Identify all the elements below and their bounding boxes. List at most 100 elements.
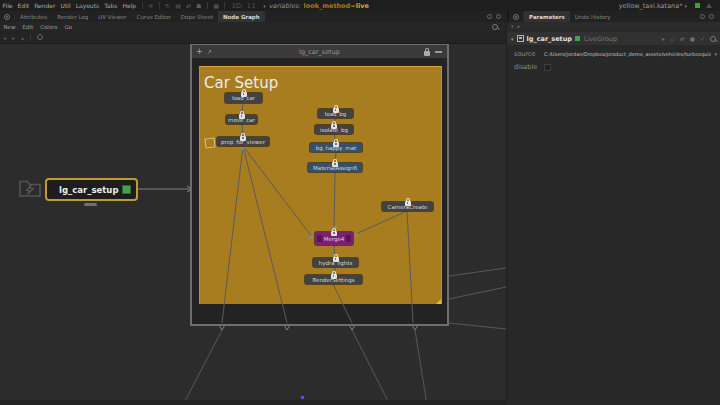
move-tool-icon[interactable]: ✛ xyxy=(146,2,156,9)
graph-node-merge4[interactable]: Merge4 xyxy=(315,232,353,245)
user-icon[interactable]: ☗ xyxy=(193,2,203,9)
forward-icon[interactable]: ▸ xyxy=(9,34,18,41)
divider xyxy=(142,2,143,9)
expand-icon[interactable]: ▸ xyxy=(662,35,665,42)
add-icon[interactable]: + xyxy=(196,47,203,56)
param-row-disable: disable xyxy=(507,61,720,73)
lock-icon xyxy=(331,274,337,280)
chevron-down-icon[interactable]: ▾ xyxy=(511,23,514,29)
ng-menu-new[interactable]: New xyxy=(0,24,19,30)
nodegraph-canvas[interactable]: lg_car_setup + ↗ lg_car_setup Car Setup xyxy=(0,44,506,405)
ng-menu-edit[interactable]: Edit xyxy=(19,24,37,30)
minimize-icon[interactable] xyxy=(435,51,442,53)
graph-state-variables[interactable]: ▾ variables: look_method = live xyxy=(263,2,369,10)
render-icon[interactable]: ▦ xyxy=(211,2,222,9)
menu-help[interactable]: Help xyxy=(120,2,139,9)
editable-indicator[interactable] xyxy=(122,185,131,194)
panel-tab-row: AttributesRender LogUV ViewerCurve Edito… xyxy=(0,11,720,22)
chevron-down-icon: ▾ xyxy=(684,3,687,9)
record-icon[interactable]: ● xyxy=(690,35,695,42)
right-panel-tabs: ParametersUndo History xyxy=(507,11,720,22)
ng-menu-go[interactable]: Go xyxy=(61,24,76,30)
disable-checkbox[interactable] xyxy=(544,64,551,71)
node-view-flag[interactable] xyxy=(84,203,97,206)
menu-edit[interactable]: Edit xyxy=(15,2,32,9)
chevron-down-icon: ▾ xyxy=(263,3,266,9)
ng-menu-colors[interactable]: Colors xyxy=(37,24,61,30)
tab-node-graph[interactable]: Node Graph xyxy=(218,11,265,22)
graph-node-move_car[interactable]: move_car xyxy=(226,115,257,124)
graph-node-load_car[interactable]: load_car xyxy=(225,93,262,103)
param-label: disable xyxy=(514,63,544,71)
chevron-right-icon[interactable]: ▸ xyxy=(518,23,521,29)
group-window[interactable]: + ↗ lg_car_setup Car Setup load_carmove_… xyxy=(190,44,449,326)
parameter-node-name: lg_car_setup xyxy=(527,35,573,43)
left-panel-tabs: AttributesRender LogUV ViewerCurve Edito… xyxy=(0,11,507,22)
tab-undo-history[interactable]: Undo History xyxy=(570,11,616,22)
tab-dope-sheet[interactable]: Dope Sheet xyxy=(176,11,218,22)
lock-icon xyxy=(333,257,339,263)
menu-tabs[interactable]: Tabs xyxy=(102,2,120,9)
gear-icon[interactable] xyxy=(513,14,519,20)
parameter-node-header[interactable]: ▾ lg_car_setup LiveGroup ▸ ◇ ⇄ ● ✓ xyxy=(507,32,720,45)
nodegraph-toolbar: ◂ ▸ ▴ xyxy=(0,31,506,44)
editable-indicator[interactable] xyxy=(575,36,580,41)
back-icon[interactable]: ◂ xyxy=(0,34,9,41)
tab-attributes[interactable]: Attributes xyxy=(15,11,52,22)
lock-icon xyxy=(333,142,339,148)
node-label: Merge4 xyxy=(322,236,347,242)
tab-render-log[interactable]: Render Log xyxy=(52,11,93,22)
menu-file[interactable]: File xyxy=(0,2,15,9)
graph-node-load_bg[interactable]: load_bg xyxy=(318,109,353,118)
panel-options-icon[interactable] xyxy=(487,14,492,19)
dot-node[interactable] xyxy=(204,137,215,148)
graph-node-cameracreate[interactable]: CameraCreate xyxy=(382,202,433,211)
world-icon[interactable] xyxy=(37,34,43,40)
divider xyxy=(159,2,160,9)
save-state-indicator xyxy=(695,3,700,8)
graph-node-bg_happy_mat[interactable]: bg_happy_mat xyxy=(310,143,362,152)
distant-node[interactable] xyxy=(301,396,304,399)
up-icon[interactable]: ▴ xyxy=(18,34,27,41)
chevron-down-icon[interactable]: ▾ xyxy=(714,51,717,57)
lock-icon xyxy=(240,136,246,142)
swap-icon[interactable]: ⇄ xyxy=(183,2,193,9)
gear-icon[interactable] xyxy=(4,14,10,20)
refresh-icon[interactable]: ↻ xyxy=(163,2,173,9)
edit-icon[interactable]: ✓ xyxy=(700,35,705,42)
pin-icon[interactable]: ◇ xyxy=(670,35,675,42)
livegroup-node-lg-car-setup[interactable]: lg_car_setup xyxy=(45,178,138,201)
flipbook-icon[interactable]: ▤ xyxy=(173,2,184,9)
graph-node-hydra_lights[interactable]: hydra_lights xyxy=(313,258,358,267)
variable-value: live xyxy=(356,2,369,10)
parameter-node-type: LiveGroup xyxy=(584,35,617,43)
warning-icon[interactable] xyxy=(706,3,712,8)
menu-util[interactable]: Util xyxy=(58,2,73,9)
tab-uv-viewer[interactable]: UV Viewer xyxy=(93,11,131,22)
project-filename[interactable]: yellow_taxi.katana*▾ xyxy=(619,2,687,10)
menu-layouts[interactable]: Layouts xyxy=(73,2,102,9)
graph-node-isolate_bg[interactable]: isolate_bg xyxy=(315,125,353,134)
graph-node-rendersettings[interactable]: RenderSettings xyxy=(305,275,362,284)
lock-icon[interactable] xyxy=(424,51,430,56)
search-icon[interactable] xyxy=(710,36,716,42)
collapse-caret-icon[interactable]: ▾ xyxy=(511,36,514,42)
menu-render[interactable]: Render xyxy=(32,2,58,9)
search-icon[interactable] xyxy=(492,24,498,30)
graph-node-materialassign6[interactable]: MaterialAssign6 xyxy=(308,163,362,172)
swap-icon[interactable]: ⇄ xyxy=(680,35,685,42)
popout-icon[interactable]: ↗ xyxy=(207,48,212,55)
source-path-value[interactable]: C:/Users/jordan/Dropbox/product_demo_ass… xyxy=(544,51,711,57)
panel-options-icon[interactable] xyxy=(700,14,705,19)
variables-label: variables: xyxy=(269,2,301,10)
tab-parameters[interactable]: Parameters xyxy=(524,11,570,22)
parameters-toolbar: ▾ ▸ xyxy=(507,22,720,30)
lock-icon xyxy=(239,114,245,120)
panel-close-icon[interactable] xyxy=(496,14,501,19)
lock-icon xyxy=(331,124,337,130)
graph-node-prep_for_viewer[interactable]: prep_for_viewer xyxy=(217,137,269,146)
tab-curve-editor[interactable]: Curve Editor xyxy=(132,11,176,22)
nodegraph-menubar: NewEditColorsGo xyxy=(0,22,506,31)
panel-close-icon[interactable] xyxy=(709,14,714,19)
3d-status: 3D: 11 xyxy=(228,2,259,10)
